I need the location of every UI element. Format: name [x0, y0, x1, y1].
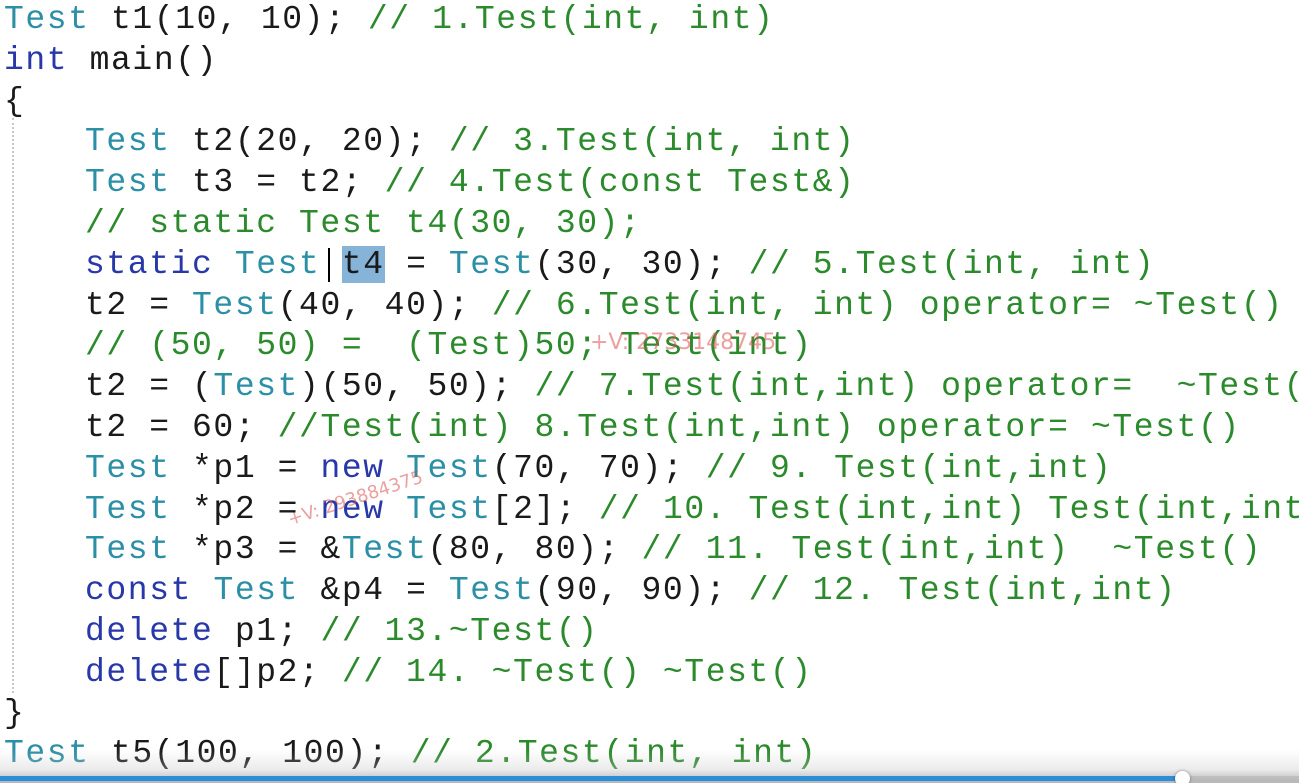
code-token: )(50, 50); [299, 368, 535, 406]
code-token: []p2; [213, 653, 342, 691]
type-token: Test [213, 572, 300, 610]
code-line[interactable]: // static Test t4(30, 30); [4, 204, 1299, 245]
code-line[interactable]: Test t2(20, 20); // 3.Test(int, int) [4, 122, 1299, 163]
code-token: *p2 = [170, 490, 321, 528]
keyword-token: new [320, 449, 385, 487]
code-token: (90, 90); [534, 572, 749, 610]
code-token: t2 = ( [85, 368, 214, 406]
selected-token: t4 [341, 245, 385, 283]
code-line[interactable]: const Test &p4 = Test(90, 90); // 12. Te… [4, 571, 1299, 612]
code-line[interactable]: t2 = 60; //Test(int) 8.Test(int,int) ope… [4, 408, 1299, 449]
code-line[interactable]: Test t3 = t2; // 4.Test(const Test&) [4, 163, 1299, 204]
comment-token: // 7.Test(int,int) operator= ~Test() [534, 368, 1299, 406]
comment-token: // 13.~Test() [320, 612, 599, 650]
comment-token: //Test(int) 8.Test(int,int) operator= ~T… [277, 408, 1241, 446]
code-line[interactable]: static Test t4 = Test(30, 30); // 5.Test… [4, 245, 1299, 286]
code-line[interactable]: Test t1(10, 10); // 1.Test(int, int) [4, 0, 1299, 41]
type-token: Test [406, 449, 492, 487]
code-token: t2 = 60; [85, 408, 278, 446]
text-caret [328, 248, 330, 282]
code-token: (80, 80); [427, 531, 642, 569]
code-token: [2]; [491, 490, 599, 528]
video-player-bar [0, 749, 1299, 783]
type-token: Test [192, 286, 278, 324]
comment-token: // 12. Test(int,int) [748, 572, 1177, 610]
comment-token: // 6.Test(int, int) operator= ~Test() [491, 286, 1284, 324]
comment-token: // 11. Test(int,int) ~Test() [641, 531, 1263, 569]
keyword-token: delete [85, 612, 214, 650]
comment-token: // 4.Test(const Test&) [384, 164, 856, 202]
comment-token: // 10. Test(int,int) Test(int,int) [598, 490, 1299, 528]
type-token: Test [448, 245, 535, 283]
type-token: Test [213, 368, 300, 406]
comment-token: // 1.Test(int, int) [367, 1, 775, 38]
comment-token: // 14. ~Test() ~Test() [341, 653, 813, 691]
code-line[interactable]: delete p1; // 13.~Test() [4, 612, 1299, 653]
code-token: p1; [213, 612, 321, 650]
video-progress-track[interactable] [0, 771, 1299, 783]
code-token: = [384, 245, 449, 283]
code-line[interactable]: // (50, 50) = (Test)50; Test(int) [4, 326, 1299, 367]
code-line[interactable]: Test *p3 = &Test(80, 80); // 11. Test(in… [4, 530, 1299, 571]
type-token: Test [341, 531, 428, 569]
code-token: (30, 30); [534, 245, 749, 283]
code-line[interactable]: Test *p2 = new Test[2]; // 10. Test(int,… [4, 490, 1299, 531]
keyword-token: int [4, 41, 69, 79]
keyword-token: delete [85, 653, 214, 691]
code-token: t2 = [85, 286, 193, 324]
code-area[interactable]: Test t1(10, 10); // 1.Test(int, int) int … [4, 0, 1299, 775]
type-token: Test [448, 572, 535, 610]
type-token: Test [234, 245, 321, 283]
code-token: (40, 40); [277, 286, 492, 324]
code-token: t1(10, 10); [89, 1, 368, 38]
code-line[interactable]: } [4, 694, 1299, 735]
type-token: Test [85, 164, 171, 202]
type-token: Test [85, 531, 171, 569]
code-token: (70, 70); [491, 449, 706, 487]
type-token: Test [406, 490, 492, 528]
type-token: Test [85, 123, 171, 161]
code-line[interactable]: Test *p1 = new Test(70, 70); // 9. Test(… [4, 449, 1299, 490]
code-token: t3 = t2; [170, 164, 385, 202]
type-token: Test [4, 1, 90, 38]
code-token: *p3 = & [170, 531, 342, 569]
code-token: main() [68, 41, 219, 79]
keyword-token: new [320, 490, 385, 528]
code-token: } [4, 694, 26, 732]
comment-token: // static Test t4(30, 30); [85, 204, 642, 242]
video-progress-fill [0, 776, 1183, 781]
comment-token: // (50, 50) = (Test)50; Test(int) [85, 327, 813, 365]
code-token: t2(20, 20); [170, 123, 449, 161]
code-token: { [4, 82, 26, 120]
code-editor[interactable]: Test t1(10, 10); // 1.Test(int, int) int … [0, 0, 1299, 783]
video-progress-knob[interactable] [1175, 771, 1191, 783]
code-line[interactable]: int main() [4, 41, 1299, 82]
keyword-token: static [85, 245, 214, 283]
type-token: Test [85, 449, 171, 487]
code-token: *p1 = [170, 449, 321, 487]
comment-token: // 5.Test(int, int) [748, 245, 1156, 283]
comment-token: // 3.Test(int, int) [448, 123, 856, 161]
code-line[interactable]: delete[]p2; // 14. ~Test() ~Test() [4, 653, 1299, 694]
comment-token: // 9. Test(int,int) [705, 449, 1113, 487]
code-token: &p4 = [299, 572, 449, 610]
code-line[interactable]: t2 = Test(40, 40); // 6.Test(int, int) o… [4, 286, 1299, 327]
type-token: Test [85, 490, 171, 528]
code-line[interactable]: { [4, 82, 1299, 123]
keyword-token: const [85, 572, 193, 610]
code-line[interactable]: t2 = (Test)(50, 50); // 7.Test(int,int) … [4, 367, 1299, 408]
